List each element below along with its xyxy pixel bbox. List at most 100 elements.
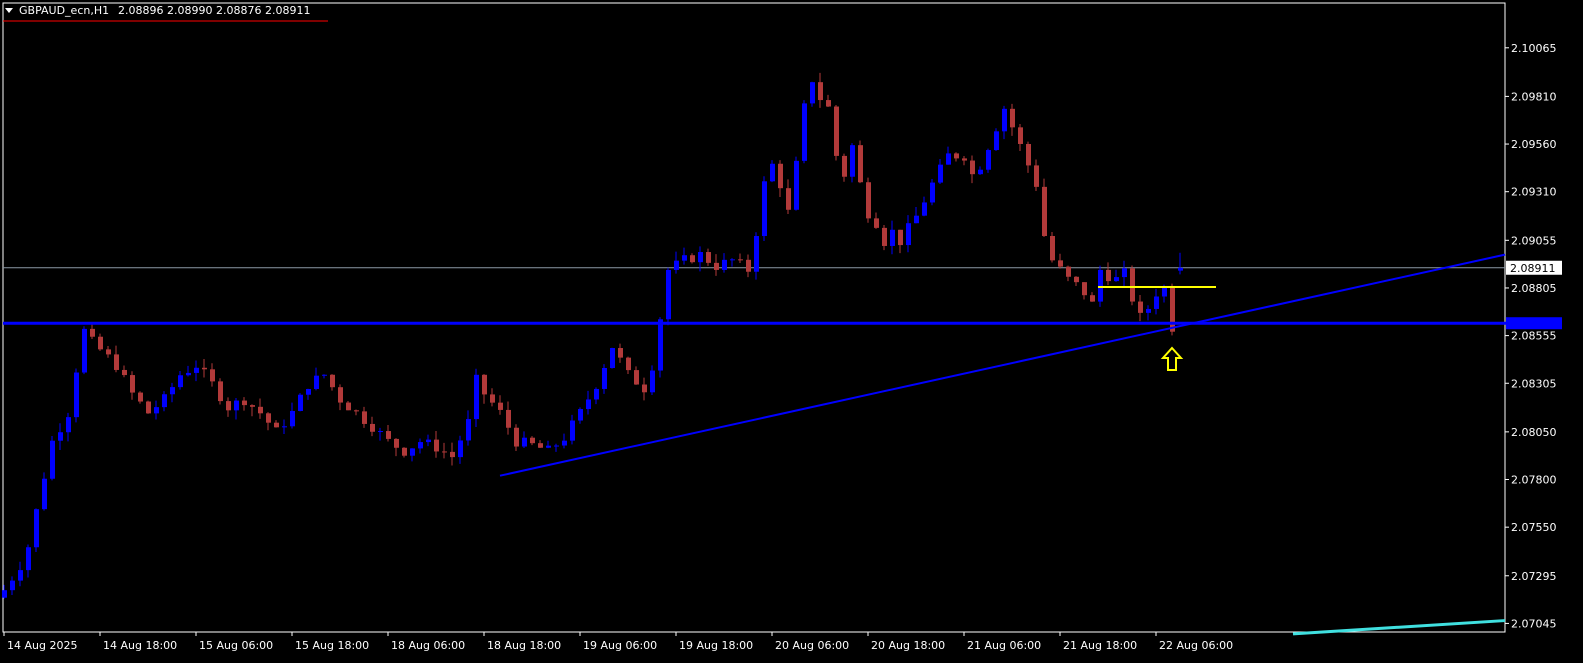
candle-body [18,570,23,581]
candle [1042,178,1047,238]
candle-body [706,252,711,263]
candle-body [626,357,631,371]
candle [514,424,519,451]
candle [1034,159,1039,191]
candle [114,345,119,373]
candle-body [890,229,895,246]
candle [826,94,831,108]
candle-body [410,448,415,456]
candle-body [994,131,999,151]
candle [394,438,399,457]
candle-body [1034,165,1039,187]
candle-body [210,369,215,382]
candle-body [1042,186,1047,236]
candle-body [914,215,919,224]
candle [898,229,903,254]
candle-body [258,406,263,414]
candle-body [282,426,287,428]
candle [674,251,679,274]
candle-body [322,374,327,376]
candle [42,472,47,511]
ascending-trendline[interactable] [499,253,1506,477]
candle-body [522,437,527,447]
candle-body [418,442,423,449]
candle-body [386,431,391,439]
candle-body [338,387,343,403]
candle [850,143,855,183]
candle-body [154,407,159,414]
candle-body [738,259,743,261]
price-chart[interactable]: 2.10065 2.09810 2.09560 2.09310 2.09055 2.088… [0,0,1583,663]
candle-body [962,158,967,161]
candle-body [530,437,535,444]
candle [362,406,367,428]
time-tick-label: 20 Aug 18:00 [871,639,945,652]
drawn-objects[interactable] [3,253,1562,636]
candle [866,177,871,223]
candle [578,407,583,424]
candle-body [682,255,687,261]
candle [650,365,655,395]
symbol-label: GBPAUD_ecn,H1 [19,4,109,17]
candle [810,81,815,107]
candle-body [938,164,943,183]
candle-body [242,400,247,406]
candle [426,434,431,447]
price-tick-label: 2.09310 [1511,186,1557,199]
candle [882,224,887,251]
candle [210,363,215,387]
candle-body [106,349,111,355]
candle [258,398,263,419]
candle [498,395,503,415]
price-tick-label: 2.07800 [1511,474,1557,487]
candle-body [778,163,783,189]
candle [746,254,751,278]
candle-body [1122,268,1127,278]
candle [162,391,167,412]
price-tick-label: 2.09055 [1511,234,1557,247]
candle-body [1026,143,1031,166]
candle [1130,265,1135,306]
candle [1018,123,1023,152]
symbol-menu-triangle-icon[interactable] [5,8,13,13]
candle [930,179,935,206]
candle-body [546,445,551,448]
plot-frame [2,2,1506,633]
candle-body [834,106,839,156]
candle [1026,141,1031,173]
candle [290,402,295,429]
candle-body [346,402,351,411]
time-axis[interactable]: 14 Aug 2025 14 Aug 18:00 15 Aug 06:00 15 Au… [3,632,1233,652]
candle [538,440,543,448]
candle [186,365,191,377]
candle-body [562,440,567,446]
candle-body [170,387,175,395]
candle-body [1082,282,1087,296]
candle [970,155,975,184]
candle [370,416,375,437]
time-tick-label: 21 Aug 06:00 [967,639,1041,652]
candle-body [298,394,303,411]
current-price-tag: 2.08911 [1506,260,1562,275]
candle [170,382,175,403]
candle [474,368,479,427]
candle [282,419,287,434]
candle-body [114,354,119,370]
candle-body [1154,296,1159,309]
price-tick-label: 2.08805 [1511,282,1557,295]
candle [562,433,567,449]
candle [250,404,255,417]
candle-body [514,427,519,447]
candle [554,443,559,452]
candle-body [586,399,591,410]
candle-body [226,401,231,411]
candle [546,440,551,449]
time-tick-label: 14 Aug 18:00 [103,639,177,652]
candle-body [538,443,543,448]
current-price-value: 2.08911 [1510,262,1556,275]
candle [138,391,143,404]
candle [18,561,23,587]
price-axis[interactable]: 2.10065 2.09810 2.09560 2.09310 2.09055 2.088… [1505,42,1557,631]
candle [34,508,39,552]
up-arrow-icon[interactable] [1160,346,1184,371]
